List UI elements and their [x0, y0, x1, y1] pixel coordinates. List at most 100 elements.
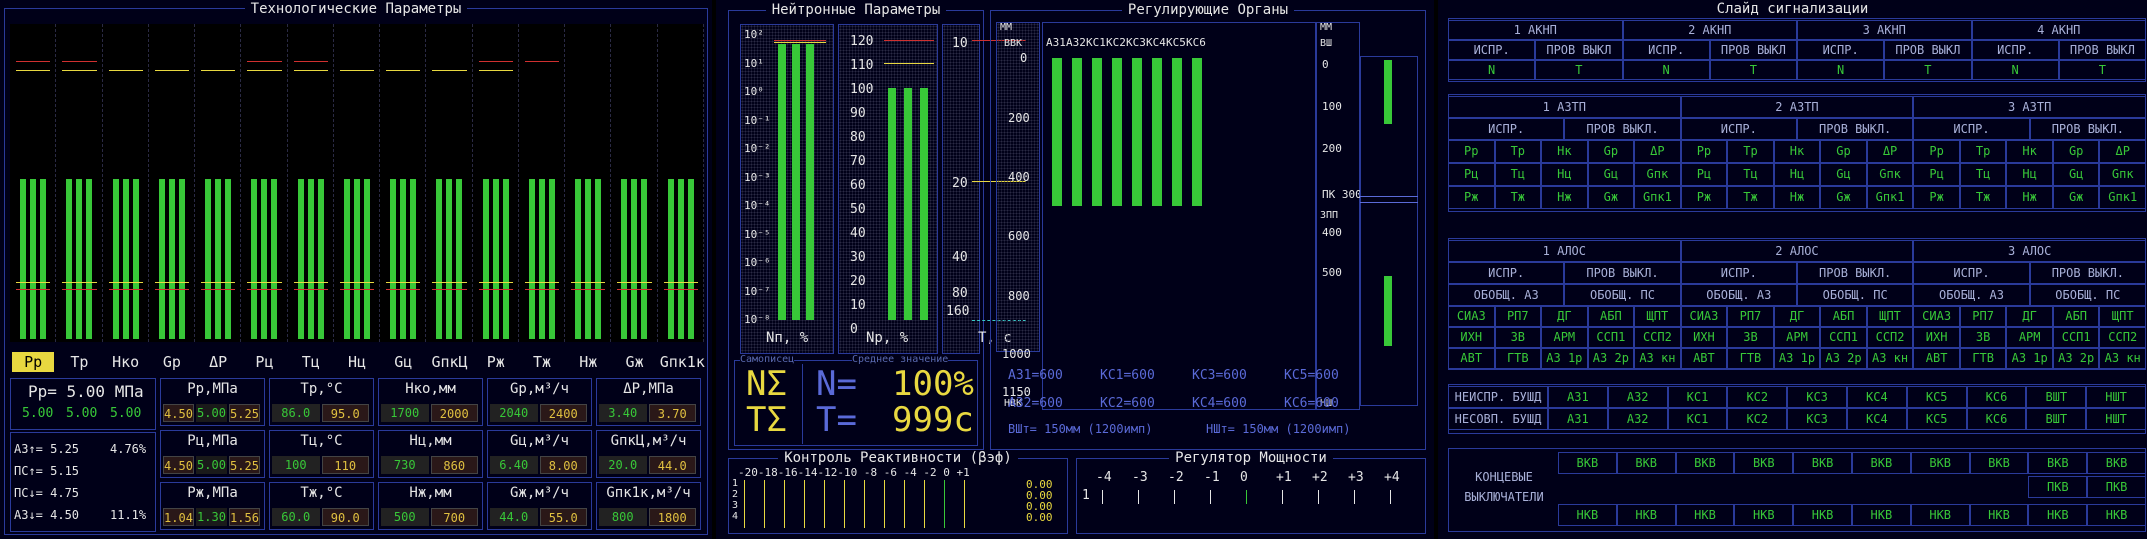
alos-cell[interactable]: СИАЗ	[1680, 306, 1728, 327]
alos-cell[interactable]: ЗВ	[1959, 327, 2007, 348]
bushd-cell[interactable]: АЗ1	[1548, 386, 1608, 408]
alos-cell[interactable]: СИАЗ	[1913, 306, 1960, 327]
aztp-cell[interactable]: Gц	[2052, 163, 2100, 186]
bushd-cell[interactable]: КС5	[1906, 408, 1967, 430]
alos-cell[interactable]: ДГ	[1541, 306, 1588, 327]
aztp-cell[interactable]: Gж	[1820, 186, 1867, 209]
nkv-cell[interactable]: НКВ	[1793, 504, 1852, 526]
aztp-cell[interactable]: Тж	[1494, 186, 1542, 209]
alos-cell[interactable]: АРМ	[1541, 327, 1588, 348]
aztp-cell[interactable]: ΔР	[1866, 140, 1914, 163]
aknp-n[interactable]: N	[1971, 60, 2059, 80]
alos-cell[interactable]: АРМ	[2006, 327, 2053, 348]
alos-cell[interactable]: ССП1	[1587, 327, 1635, 348]
vkv-cell[interactable]: ВКВ	[1675, 452, 1735, 474]
aztp-cell[interactable]: Тц	[1494, 163, 1542, 186]
tab-4[interactable]: ΔР	[197, 352, 239, 372]
alos-cell[interactable]: ССП1	[1820, 327, 1867, 348]
alos-cell[interactable]: АРМ	[1773, 327, 1821, 348]
aztp-cell[interactable]: Тр	[1959, 140, 2007, 163]
aztp-cell[interactable]: Рц	[1913, 163, 1960, 186]
aknp-t[interactable]: Т	[1884, 60, 1972, 80]
pkv-cell[interactable]: ПКВ	[2087, 476, 2146, 498]
aztp-cell[interactable]: Рц	[1680, 163, 1728, 186]
aztp-cell[interactable]: Gр	[2052, 140, 2100, 163]
aztp-cell[interactable]: Нц	[1541, 163, 1588, 186]
aztp-cell[interactable]: Gр	[1587, 140, 1635, 163]
tab-1[interactable]: Тр	[58, 352, 100, 372]
alos-cell[interactable]: АВТ	[1913, 348, 1960, 369]
alos-cell[interactable]: АВТ	[1680, 348, 1728, 369]
bushd-cell[interactable]: КС2	[1727, 386, 1788, 408]
bushd-cell[interactable]: КС4	[1847, 408, 1907, 430]
aztp-cell[interactable]: Тр	[1494, 140, 1542, 163]
tab-6[interactable]: Тц	[290, 352, 332, 372]
tab-11[interactable]: Тж	[521, 352, 563, 372]
alos-cell[interactable]: ЩПТ	[1634, 306, 1681, 327]
alos-cell[interactable]: АЗ 1р	[1541, 348, 1588, 369]
alos-cell[interactable]: ДГ	[1773, 306, 1821, 327]
alos-cell[interactable]: СИАЗ	[1448, 306, 1495, 327]
alos-cell[interactable]: ССП2	[1634, 327, 1681, 348]
vkv-cell[interactable]: ВКВ	[1734, 452, 1794, 474]
aztp-cell[interactable]: Gж	[1587, 186, 1635, 209]
aztp-cell[interactable]: Gж	[2052, 186, 2100, 209]
tab-8[interactable]: Gц	[382, 352, 424, 372]
alos-cell[interactable]: ЗВ	[1727, 327, 1774, 348]
vkv-cell[interactable]: ВКВ	[1793, 452, 1852, 474]
bushd-cell[interactable]: КС3	[1787, 408, 1847, 430]
aztp-cell[interactable]: Тж	[1959, 186, 2007, 209]
vkv-cell[interactable]: ВКВ	[1558, 452, 1617, 474]
aknp-n[interactable]: N	[1622, 60, 1710, 80]
aztp-cell[interactable]: Рж	[1680, 186, 1728, 209]
aztp-cell[interactable]: Gпк	[1634, 163, 1681, 186]
aknp-t[interactable]: Т	[1709, 60, 1797, 80]
bushd-cell[interactable]: АЗ2	[1607, 386, 1668, 408]
aztp-cell[interactable]: Нк	[2006, 140, 2053, 163]
alos-cell[interactable]: ЩПТ	[2099, 306, 2146, 327]
alos-cell[interactable]: АЗ кн	[2099, 348, 2146, 369]
nkv-cell[interactable]: НКВ	[1852, 504, 1911, 526]
pkv-cell[interactable]: ПКВ	[2028, 476, 2088, 498]
aztp-cell[interactable]: Нж	[1773, 186, 1821, 209]
alos-cell[interactable]: ЗВ	[1494, 327, 1542, 348]
bushd-cell[interactable]: КС1	[1667, 408, 1728, 430]
aztp-cell[interactable]: Рр	[1680, 140, 1728, 163]
aztp-cell[interactable]: Нк	[1773, 140, 1821, 163]
aztp-cell[interactable]: Рц	[1448, 163, 1495, 186]
bushd-cell[interactable]: АЗ2	[1607, 408, 1668, 430]
aztp-cell[interactable]: ΔР	[1634, 140, 1681, 163]
aztp-cell[interactable]: Нж	[2006, 186, 2053, 209]
vkv-cell[interactable]: ВКВ	[1910, 452, 1970, 474]
alos-cell[interactable]: АЗ кн	[1634, 348, 1681, 369]
bushd-cell[interactable]: КС2	[1727, 408, 1788, 430]
aztp-cell[interactable]: Gц	[1820, 163, 1867, 186]
bushd-cell[interactable]: КС3	[1787, 386, 1847, 408]
bushd-cell[interactable]: КС6	[1966, 408, 2027, 430]
bushd-cell[interactable]: ВШТ	[2026, 408, 2087, 430]
aztp-cell[interactable]: Gпк	[1866, 163, 1914, 186]
aztp-cell[interactable]: Тц	[1727, 163, 1774, 186]
aknp-t[interactable]: Т	[2058, 60, 2146, 80]
alos-cell[interactable]: АЗ 2р	[1587, 348, 1635, 369]
alos-cell[interactable]: РП7	[1494, 306, 1542, 327]
aztp-cell[interactable]: Нк	[1541, 140, 1588, 163]
nkv-cell[interactable]: НКВ	[1558, 504, 1617, 526]
aztp-cell[interactable]: Тж	[1727, 186, 1774, 209]
alos-cell[interactable]: АЗ 1р	[1773, 348, 1821, 369]
bushd-cell[interactable]: НШТ	[2086, 408, 2146, 430]
alos-cell[interactable]: РП7	[1959, 306, 2007, 327]
aztp-cell[interactable]: Рж	[1913, 186, 1960, 209]
aztp-cell[interactable]: Тц	[1959, 163, 2007, 186]
aztp-cell[interactable]: Рр	[1913, 140, 1960, 163]
vkv-cell[interactable]: ВКВ	[1852, 452, 1911, 474]
vkv-cell[interactable]: ВКВ	[2087, 452, 2146, 474]
alos-cell[interactable]: АБП	[1820, 306, 1867, 327]
alos-cell[interactable]: ССП2	[1866, 327, 1914, 348]
aztp-cell[interactable]: Gпк1	[1866, 186, 1914, 209]
aztp-cell[interactable]: Нц	[2006, 163, 2053, 186]
alos-cell[interactable]: ГТВ	[1959, 348, 2007, 369]
alos-cell[interactable]: ГТВ	[1494, 348, 1542, 369]
bushd-cell[interactable]: КС1	[1667, 386, 1728, 408]
nkv-cell[interactable]: НКВ	[1734, 504, 1794, 526]
